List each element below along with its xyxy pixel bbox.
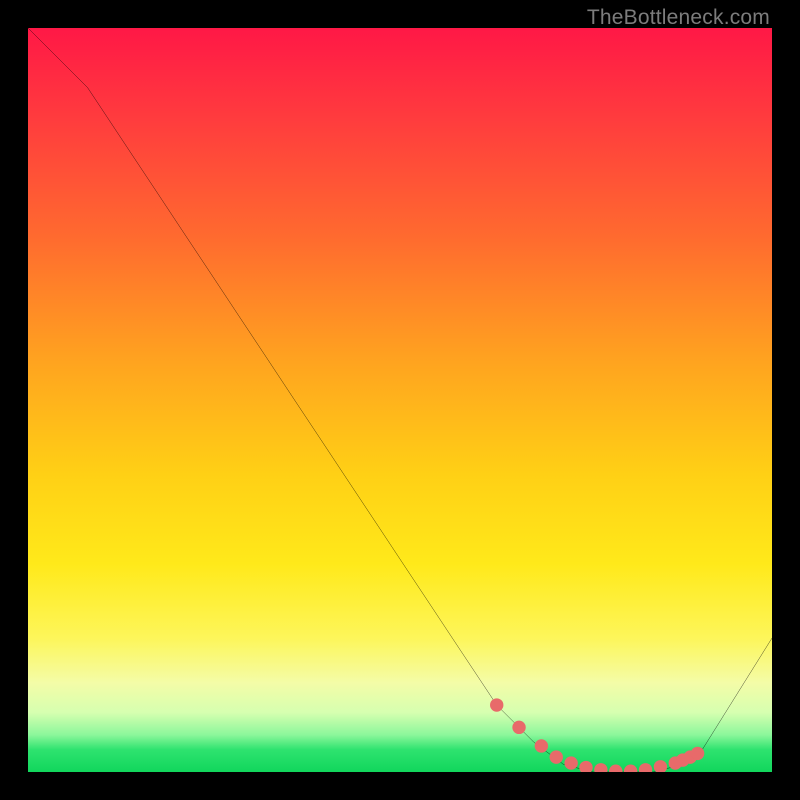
curve-layer (28, 28, 772, 772)
highlight-dot (579, 761, 592, 772)
highlight-dot (490, 698, 503, 711)
highlight-dot (594, 763, 607, 772)
highlight-dot (624, 765, 637, 772)
highlight-dot (691, 747, 704, 760)
highlight-dot (564, 756, 577, 769)
chart-stage: TheBottleneck.com (0, 0, 800, 800)
highlight-dot (535, 739, 548, 752)
optimal-range-dots (490, 698, 704, 772)
highlight-dot (609, 765, 622, 772)
highlight-dot (654, 760, 667, 772)
highlight-dot (512, 721, 525, 734)
highlight-dot (550, 750, 563, 763)
highlight-dot (639, 763, 652, 772)
bottleneck-plot (28, 28, 772, 772)
bottleneck-curve-line (28, 28, 772, 772)
attribution-text: TheBottleneck.com (587, 6, 770, 30)
